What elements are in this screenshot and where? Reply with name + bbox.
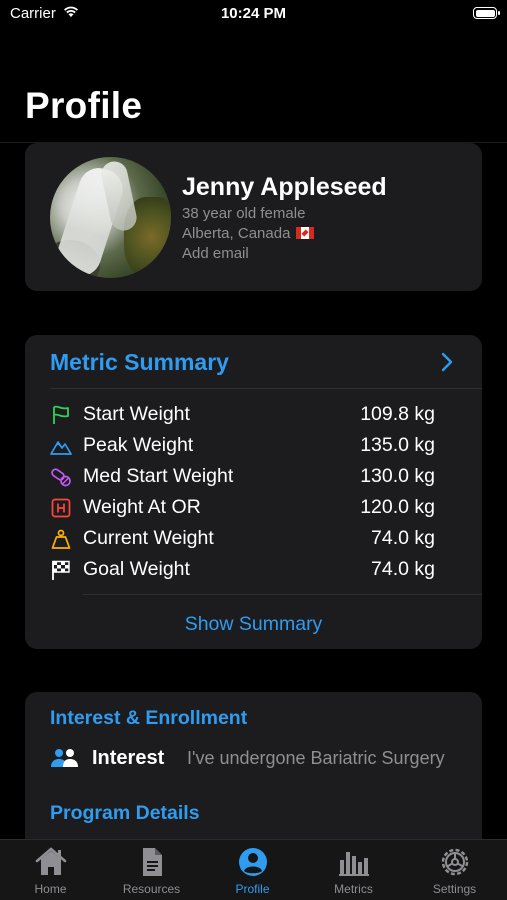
- metric-label: Peak Weight: [83, 434, 194, 456]
- metric-label: Weight At OR: [83, 496, 201, 518]
- profile-age-gender: 38 year old female: [182, 205, 306, 222]
- canada-flag-icon: [296, 227, 315, 239]
- metric-row-current-weight: Current Weight 74.0 kg: [50, 524, 450, 554]
- bar-chart-icon: [339, 852, 369, 876]
- people-icon: [51, 749, 78, 767]
- metric-label: Med Start Weight: [83, 465, 234, 487]
- metric-row-goal-weight: Goal Weight 74.0 kg: [50, 555, 450, 585]
- metric-value: 74.0 kg: [371, 558, 435, 580]
- interest-label: Interest: [92, 747, 165, 769]
- tab-settings[interactable]: Settings: [404, 840, 505, 900]
- metric-row-peak-weight: Peak Weight 135.0 kg: [50, 431, 450, 461]
- add-email-link[interactable]: Add email: [182, 245, 249, 262]
- tab-label: Profile: [235, 882, 270, 896]
- metric-summary-title[interactable]: Metric Summary: [50, 349, 229, 376]
- scale-icon: [51, 529, 71, 549]
- metric-row-weight-at-or: Weight At OR 120.0 kg: [50, 493, 450, 523]
- tab-label: Metrics: [334, 882, 373, 896]
- gear-icon: [441, 848, 469, 876]
- tab-metrics[interactable]: Metrics: [303, 840, 404, 900]
- profile-name: Jenny Appleseed: [182, 173, 387, 201]
- tab-bar: Home Resources Profile Metrics Settings: [0, 839, 507, 900]
- metric-label: Start Weight: [83, 403, 190, 425]
- person-icon: [239, 848, 267, 876]
- divider: [50, 388, 482, 389]
- home-icon: [35, 847, 67, 875]
- metric-value: 74.0 kg: [371, 527, 435, 549]
- interest-value[interactable]: I've undergone Bariatric Surgery: [187, 748, 445, 769]
- tab-profile[interactable]: Profile: [202, 840, 303, 900]
- divider: [83, 594, 482, 595]
- metric-value: 130.0 kg: [360, 465, 435, 487]
- show-summary-button[interactable]: Show Summary: [25, 613, 482, 636]
- tab-home[interactable]: Home: [0, 840, 101, 900]
- interest-enrollment-card: Interest & Enrollment Interest I've unde…: [25, 692, 482, 852]
- tab-resources[interactable]: Resources: [101, 840, 202, 900]
- metric-label: Current Weight: [83, 527, 214, 549]
- program-details-title: Program Details: [50, 802, 200, 824]
- mountain-icon: [50, 441, 72, 455]
- metric-label: Goal Weight: [83, 558, 190, 580]
- location-text: Alberta, Canada: [182, 225, 291, 242]
- metric-row-med-start-weight: Med Start Weight 130.0 kg: [50, 462, 450, 492]
- tab-label: Home: [34, 882, 67, 896]
- metric-summary-card: Metric Summary Start Weight 109.8 kg Pea…: [25, 335, 482, 649]
- document-icon: [143, 848, 162, 876]
- tab-label: Resources: [122, 882, 181, 896]
- metric-value: 109.8 kg: [360, 403, 435, 425]
- profile-location: Alberta, Canada: [182, 225, 315, 242]
- profile-card[interactable]: Jenny Appleseed 38 year old female Alber…: [25, 143, 482, 291]
- checkered-flag-icon: [52, 560, 70, 580]
- metric-row-start-weight: Start Weight 109.8 kg: [50, 400, 450, 430]
- flag-icon: [53, 405, 69, 424]
- interest-enrollment-title: Interest & Enrollment: [50, 707, 248, 729]
- chevron-right-icon[interactable]: [434, 349, 460, 375]
- page-title: Profile: [25, 85, 143, 126]
- pills-icon: [51, 468, 71, 487]
- metric-value: 120.0 kg: [360, 496, 435, 518]
- battery-icon: [473, 7, 500, 19]
- status-bar: Carrier 10:24 PM: [0, 0, 507, 30]
- metric-value: 135.0 kg: [360, 434, 435, 456]
- hospital-icon: [51, 498, 71, 518]
- avatar[interactable]: [50, 157, 171, 278]
- tab-label: Settings: [432, 882, 477, 896]
- clock: 10:24 PM: [220, 5, 287, 22]
